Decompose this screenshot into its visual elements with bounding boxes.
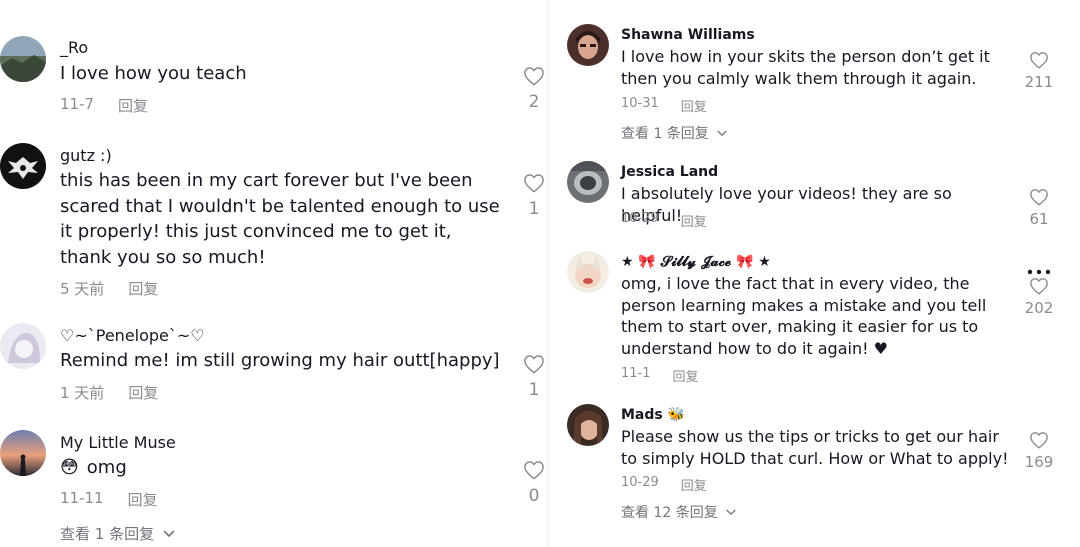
- comment-meta: 10-31 回复: [621, 96, 707, 115]
- comment-meta: 10-29 回复: [621, 211, 707, 230]
- reply-button[interactable]: 回复: [673, 366, 699, 385]
- heart-outline-icon: [524, 355, 544, 374]
- emoji: 😳: [60, 457, 79, 478]
- reply-button[interactable]: 回复: [681, 475, 707, 494]
- like-button[interactable]: 2: [519, 66, 549, 112]
- like-count: 61: [1029, 210, 1049, 228]
- reply-button[interactable]: 回复: [681, 96, 707, 115]
- comment-username[interactable]: Shawna Williams: [621, 27, 755, 43]
- comment-date: 10-29: [621, 475, 659, 490]
- comment-date: 11-1: [621, 366, 651, 381]
- heart-outline-icon: [1030, 432, 1048, 449]
- avatar[interactable]: [0, 143, 46, 189]
- view-replies-button[interactable]: 查看 1 条回复: [621, 123, 728, 143]
- like-button[interactable]: 0: [519, 460, 549, 506]
- like-button[interactable]: 1: [519, 173, 549, 219]
- comment-text: omg, i love the fact that in every video…: [621, 274, 987, 358]
- comment-text-body: omg: [86, 457, 127, 478]
- like-count: 2: [528, 92, 540, 112]
- like-button[interactable]: 61: [1022, 188, 1056, 228]
- comment-meta: 11-1 回复: [621, 366, 699, 385]
- avatar[interactable]: [567, 251, 609, 293]
- chevron-down-icon: [725, 508, 736, 515]
- heart-outline-icon: [1030, 278, 1048, 295]
- chevron-down-icon: [717, 129, 727, 136]
- like-count: 211: [1024, 73, 1054, 91]
- reply-button[interactable]: 回复: [128, 382, 158, 403]
- heart-outline-icon: [524, 174, 544, 193]
- heart-outline-icon: [1030, 52, 1048, 69]
- comment-meta: 11-7 回复: [60, 95, 148, 116]
- comment-date: 11-7: [60, 95, 95, 113]
- comment-text: 😳 omg: [60, 455, 500, 481]
- view-replies-button[interactable]: 查看 12 条回复: [621, 502, 737, 522]
- comment-meta: 5 天前 回复: [60, 278, 158, 299]
- comment-username[interactable]: _Ro: [60, 38, 88, 57]
- view-replies-label: 查看 12 条回复: [621, 505, 718, 521]
- avatar[interactable]: [567, 404, 609, 446]
- like-button[interactable]: 211: [1022, 51, 1056, 91]
- comment-username[interactable]: Jessica Land: [621, 164, 718, 180]
- reply-button[interactable]: 回复: [681, 211, 707, 230]
- comment-username[interactable]: ♡~`Penelope`~♡: [60, 326, 205, 345]
- like-count: 1: [528, 380, 540, 400]
- heart-outline-icon: [524, 461, 544, 480]
- like-button[interactable]: 169: [1022, 431, 1056, 471]
- chevron-down-icon: [163, 529, 175, 537]
- reply-button[interactable]: 回复: [128, 278, 158, 299]
- comment-date: 10-29: [621, 211, 659, 226]
- like-count: 1: [528, 199, 540, 219]
- avatar[interactable]: [0, 430, 46, 476]
- reply-button[interactable]: 回复: [118, 95, 148, 116]
- like-count: 0: [528, 486, 540, 506]
- comment-text: this has been in my cart forever but I'v…: [60, 170, 500, 268]
- view-replies-label: 查看 1 条回复: [60, 525, 155, 543]
- comment-date: 11-11: [60, 489, 104, 507]
- reply-button[interactable]: 回复: [128, 489, 158, 510]
- like-count: 202: [1024, 299, 1054, 317]
- more-dots-icon: [1027, 269, 1051, 275]
- like-button[interactable]: 1: [519, 354, 549, 400]
- comment-meta: 1 天前 回复: [60, 382, 158, 403]
- comment-text: I love how you teach: [60, 63, 247, 84]
- avatar[interactable]: [567, 161, 609, 203]
- avatar[interactable]: [0, 36, 46, 82]
- comment-text: I love how in your skits the person don’…: [621, 47, 990, 88]
- comment-username[interactable]: My Little Muse: [60, 433, 176, 452]
- like-count: 169: [1024, 453, 1054, 471]
- view-replies-label: 查看 1 条回复: [621, 126, 709, 142]
- comment-username[interactable]: gutz :): [60, 146, 112, 165]
- comments-panel: _Ro I love how you teach 11-7 回复 2 gutz …: [0, 0, 1080, 547]
- heart-outline-icon: [524, 67, 544, 86]
- avatar[interactable]: [567, 24, 609, 66]
- comment-date: 10-31: [621, 96, 659, 111]
- comment-username[interactable]: Mads 🐝: [621, 407, 685, 423]
- comment-date: 1 天前: [60, 384, 105, 402]
- like-button[interactable]: 202: [1022, 277, 1056, 317]
- avatar[interactable]: [0, 323, 46, 369]
- comment-date: 5 天前: [60, 280, 105, 298]
- heart-outline-icon: [1030, 189, 1048, 206]
- comment-meta: 11-11 回复: [60, 489, 158, 510]
- comment-meta: 10-29 回复: [621, 475, 707, 494]
- comment-text: Remind me! im still growing my hair outt…: [60, 350, 500, 371]
- comment-username[interactable]: ★ 🎀 𝓢𝓲𝓵𝓵𝔂 𝓙𝓪𝓬𝓮 🎀 ★: [621, 254, 771, 270]
- view-replies-button[interactable]: 查看 1 条回复: [60, 523, 176, 544]
- comment-text: Please show us the tips or tricks to get…: [621, 427, 1009, 468]
